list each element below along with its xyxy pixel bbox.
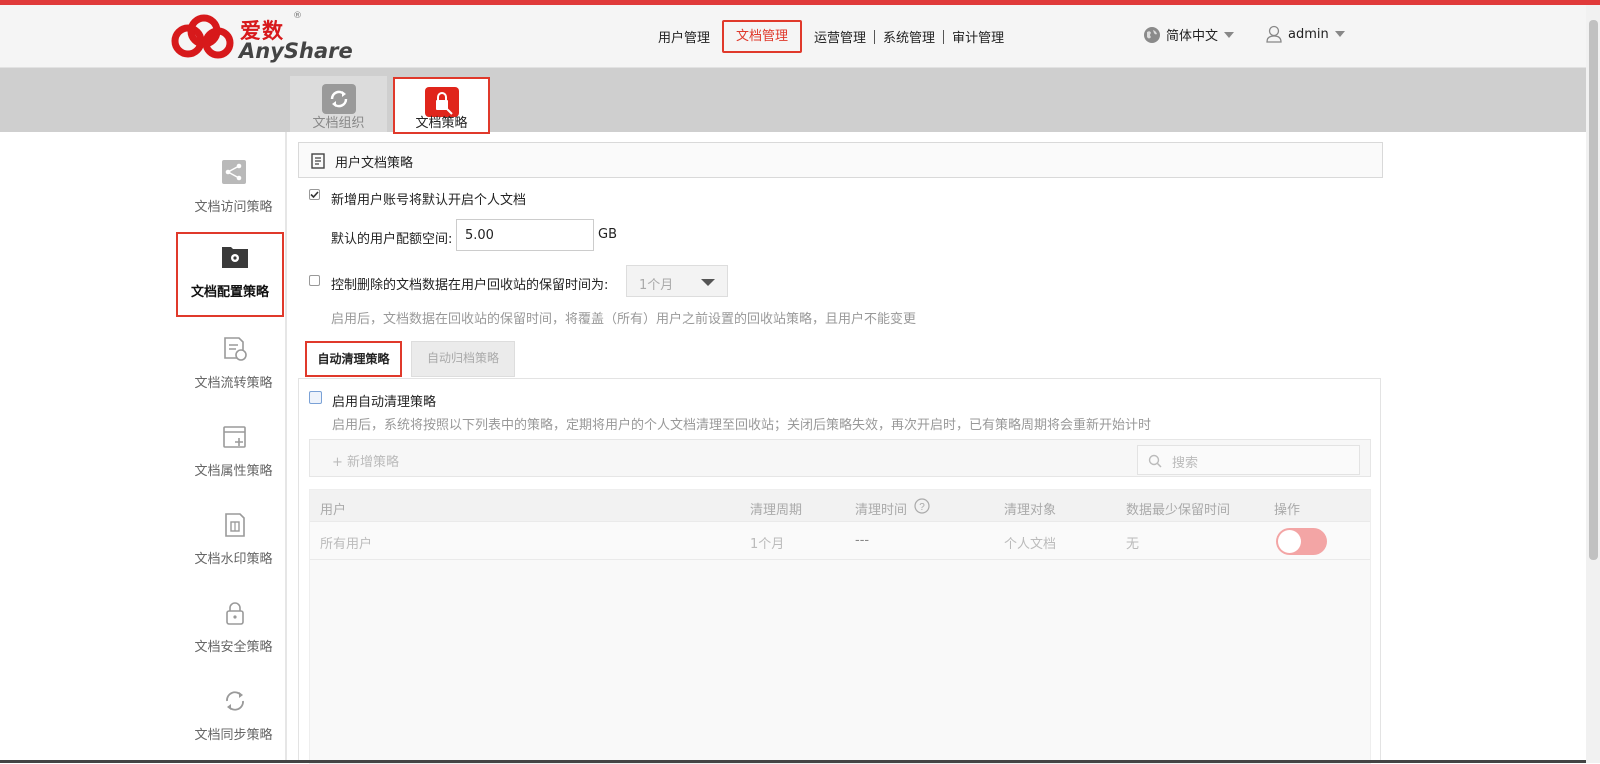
enable-auto-clean-checkbox[interactable]: [309, 391, 322, 404]
column-clean-target: 清理对象: [1004, 503, 1057, 518]
column-min-retention: 数据最少保留时间: [1126, 503, 1231, 518]
policy-table: 用户 清理周期 清理时间 ? 清理对象 数据最少保留时间 操作 所有用户 1个月…: [309, 489, 1371, 764]
column-actions: 操作: [1274, 503, 1301, 518]
nav-document-management[interactable]: 文档管理: [722, 20, 803, 53]
chevron-down-icon: [1224, 31, 1235, 38]
sidebar-item-sync-policy[interactable]: 文档同步策略: [175, 668, 292, 752]
sidebar-item-label: 文档流转策略: [194, 376, 273, 391]
table-row[interactable]: 所有用户 1个月 --- 个人文档 无: [310, 522, 1370, 560]
doc-attribute-icon: [223, 426, 246, 448]
enable-auto-clean-label: 启用自动清理策略: [332, 395, 437, 410]
user-icon: [1266, 25, 1282, 43]
section-title: 用户文档策略: [335, 156, 414, 171]
sidebar-item-label: 文档安全策略: [194, 640, 273, 655]
globe-icon: [1144, 26, 1160, 43]
quota-unit: GB: [598, 227, 617, 242]
cell-clean-target: 个人文档: [1004, 537, 1057, 552]
language-selector[interactable]: 简体中文: [1143, 25, 1235, 44]
sidebar-item-flow-policy[interactable]: 文档流转策略: [175, 316, 292, 400]
scrollbar-thumb[interactable]: [1589, 20, 1598, 560]
registered-mark: ®: [293, 11, 302, 21]
column-clean-period: 清理周期: [750, 503, 803, 518]
help-icon[interactable]: ?: [914, 498, 930, 514]
recycle-hint: 启用后，文档数据在回收站的保留时间，将覆盖（所有）用户之前设置的回收站策略，且用…: [331, 312, 917, 327]
chevron-down-icon: [701, 279, 715, 286]
cell-min-retention: 无: [1126, 537, 1140, 552]
personal-doc-label: 新增用户账号将默认开启个人文档: [331, 193, 527, 208]
padlock-icon: [226, 602, 244, 625]
personal-doc-checkbox[interactable]: [309, 189, 320, 200]
policy-sidebar: 文档访问策略 文档配置策略 文档流转策略 文档属性策略 文档水印策略 文档安全策…: [0, 132, 287, 763]
nav-user-management[interactable]: 用户管理: [646, 27, 718, 46]
svg-text:?: ?: [919, 502, 925, 513]
sidebar-item-access-policy[interactable]: 文档访问策略: [175, 140, 292, 224]
watermark-icon: [225, 513, 245, 537]
cell-clean-period: 1个月: [750, 537, 785, 552]
recycle-retention-label: 控制删除的文档数据在用户回收站的保留时间为:: [331, 278, 609, 293]
module-tabs-bar: 文档组织 文档策略: [0, 68, 1586, 134]
policy-toolbar: + 新增策略 搜索: [309, 439, 1371, 477]
retention-period-select[interactable]: 1个月: [626, 265, 728, 297]
auto-clean-panel: 启用自动清理策略 启用后，系统将按照以下列表中的策略，定期将用户的个人文档清理至…: [298, 378, 1381, 764]
page-scrollbar[interactable]: [1586, 5, 1600, 763]
folder-gear-icon: [222, 247, 248, 268]
quota-input[interactable]: 5.00: [456, 219, 594, 251]
nav-operations-management[interactable]: 运营管理: [806, 27, 874, 46]
sidebar-item-label: 文档属性策略: [194, 464, 273, 479]
checkmark-icon: [310, 191, 319, 199]
section-header: 用户文档策略: [298, 142, 1383, 178]
logo-english-text: AnyShare: [239, 39, 353, 63]
sync-icon: [226, 691, 244, 711]
search-icon: [1148, 454, 1162, 468]
document-list-icon: [311, 153, 325, 169]
refresh-icon: [321, 84, 356, 114]
app-header: 爱数 ® AnyShare 用户管理 文档管理 运营管理 系统管理 审计管理 简…: [0, 5, 1586, 68]
recycle-retention-checkbox[interactable]: [309, 275, 320, 286]
cell-clean-time: ---: [855, 533, 870, 548]
add-policy-button[interactable]: + 新增策略: [332, 451, 399, 470]
retention-period-value: 1个月: [639, 278, 674, 293]
search-placeholder: 搜索: [1172, 456, 1199, 471]
tab-label: 文档组织: [312, 116, 365, 131]
language-label: 简体中文: [1166, 29, 1219, 44]
quota-label: 默认的用户配额空间:: [331, 232, 453, 247]
tab-auto-archive-policy[interactable]: 自动归档策略: [411, 341, 515, 377]
sidebar-item-label: 文档访问策略: [194, 200, 273, 215]
search-input[interactable]: 搜索: [1137, 445, 1360, 475]
tab-auto-clean-policy[interactable]: 自动清理策略: [305, 341, 402, 377]
table-header: 用户 清理周期 清理时间 ? 清理对象 数据最少保留时间 操作: [310, 490, 1370, 522]
tab-label: 文档策略: [415, 116, 468, 131]
main-nav: 用户管理 文档管理 运营管理 系统管理 审计管理: [646, 5, 1012, 68]
sidebar-item-label: 文档同步策略: [194, 728, 273, 743]
user-menu[interactable]: admin: [1266, 25, 1345, 43]
cell-user: 所有用户: [320, 537, 373, 552]
anyshare-logo[interactable]: 爱数 ® AnyShare: [170, 11, 353, 63]
policy-enable-toggle[interactable]: [1276, 528, 1327, 555]
column-clean-time: 清理时间: [855, 503, 908, 518]
sidebar-item-watermark-policy[interactable]: 文档水印策略: [175, 492, 292, 576]
tab-document-policy[interactable]: 文档策略: [393, 77, 490, 134]
sidebar-item-label: 文档配置策略: [190, 285, 269, 300]
username-label: admin: [1288, 26, 1329, 42]
toggle-knob: [1278, 530, 1301, 553]
nav-system-management[interactable]: 系统管理: [875, 27, 943, 46]
auto-clean-hint: 启用后，系统将按照以下列表中的策略，定期将用户的个人文档清理至回收站；关闭后策略…: [332, 418, 1152, 433]
sidebar-item-attribute-policy[interactable]: 文档属性策略: [175, 404, 292, 488]
doc-flow-icon: [224, 337, 247, 361]
logo-cloud-icon: [171, 14, 234, 59]
sidebar-item-config-policy[interactable]: 文档配置策略: [176, 232, 284, 317]
tab-document-organization[interactable]: 文档组织: [290, 76, 387, 132]
share-nodes-icon: [222, 160, 246, 184]
sidebar-item-security-policy[interactable]: 文档安全策略: [175, 580, 292, 664]
column-user: 用户: [320, 503, 347, 518]
sidebar-item-label: 文档水印策略: [194, 552, 273, 567]
nav-audit-management[interactable]: 审计管理: [944, 27, 1012, 46]
chevron-down-icon: [1334, 31, 1345, 37]
